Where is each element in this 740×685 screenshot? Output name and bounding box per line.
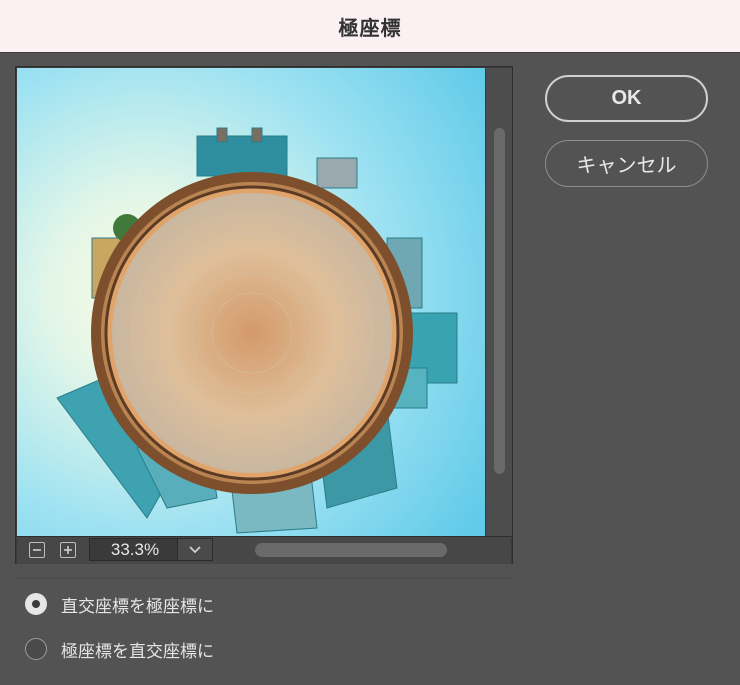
zoom-level-value[interactable]: 33.3% (90, 540, 180, 560)
option-label: 極座標を直交座標に (61, 641, 214, 662)
radio-selected[interactable] (25, 593, 47, 615)
zoom-out-button[interactable] (29, 542, 45, 558)
zoom-in-button[interactable] (60, 542, 76, 558)
conversion-options: 直交座標を極座標に 極座標を直交座標に (15, 578, 513, 669)
zoom-level-field[interactable]: 33.3% (89, 538, 213, 561)
plus-icon (64, 546, 72, 554)
option-polar-to-rect[interactable]: 極座標を直交座標に (25, 634, 214, 664)
cancel-button[interactable]: キャンセル (545, 140, 708, 187)
preview-image[interactable] (17, 68, 485, 536)
zoom-bar: 33.3% (17, 536, 511, 564)
preview-panel: 33.3% (15, 66, 513, 564)
vertical-scrollbar[interactable] (486, 68, 512, 536)
vertical-scroll-thumb[interactable] (494, 128, 505, 474)
option-rect-to-polar[interactable]: 直交座標を極座標に (25, 589, 214, 619)
chevron-down-icon (189, 545, 201, 553)
radio-unselected[interactable] (25, 638, 47, 660)
horizontal-scroll-thumb[interactable] (255, 543, 447, 557)
option-label: 直交座標を極座標に (61, 596, 214, 617)
zoom-dropdown-button[interactable] (177, 539, 212, 560)
dialog-title: 極座標 (338, 15, 402, 40)
minus-icon (33, 549, 41, 551)
title-bar: 極座標 (0, 0, 740, 53)
ok-button[interactable]: OK (545, 75, 708, 122)
